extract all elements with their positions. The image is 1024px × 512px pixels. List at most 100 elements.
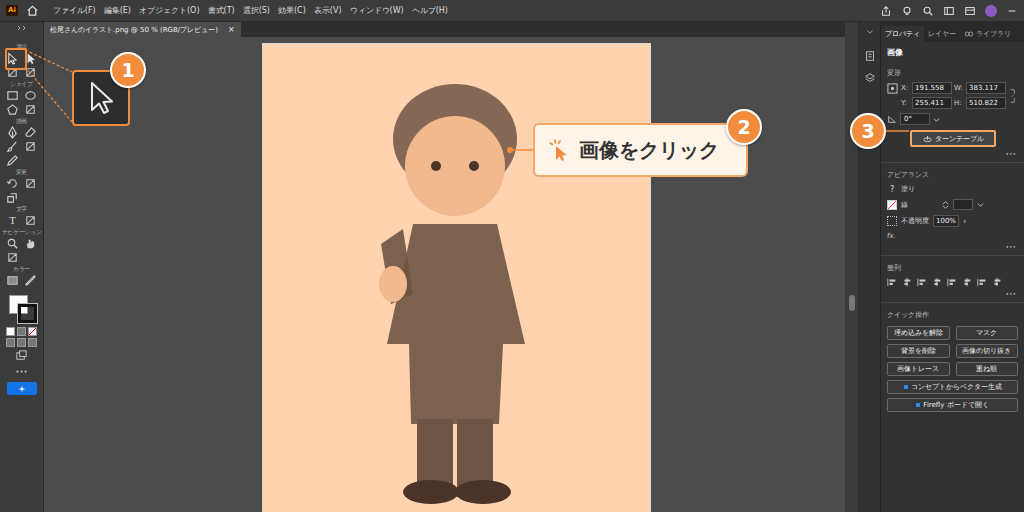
quick-action-button[interactable]: 背景を削除	[887, 344, 950, 358]
dock-collapse-icon[interactable]	[864, 28, 876, 40]
discover-icon[interactable]	[901, 5, 913, 17]
minimize-icon[interactable]	[1006, 5, 1018, 17]
zoom-icon[interactable]	[6, 237, 19, 250]
align-icon[interactable]	[977, 277, 987, 287]
click-pointer-icon	[547, 138, 571, 162]
menu-item[interactable]: 表示(V)	[314, 5, 342, 16]
pencil-icon[interactable]	[6, 154, 19, 167]
quick-action-button[interactable]: コンセプトからベクター生成	[887, 380, 1018, 394]
scale-icon[interactable]	[6, 191, 19, 204]
dropdown-icon[interactable]	[977, 201, 984, 208]
quick-action-button[interactable]: マスク	[956, 326, 1019, 340]
stepper-icon[interactable]	[942, 200, 949, 210]
menu-item[interactable]: ヘルプ(H)	[412, 5, 448, 16]
layers-icon[interactable]	[864, 72, 876, 84]
panel-tab[interactable]: レイヤー	[924, 26, 960, 42]
share-icon[interactable]	[880, 5, 892, 17]
collapse-icon[interactable]	[15, 24, 29, 32]
stroke-swatch[interactable]	[887, 200, 897, 210]
user-avatar[interactable]	[985, 5, 997, 17]
align-icon[interactable]	[947, 277, 957, 287]
align-icon[interactable]	[932, 277, 942, 287]
blob-icon[interactable]	[24, 140, 37, 153]
eraser-icon[interactable]	[24, 126, 37, 139]
home-icon[interactable]	[26, 4, 39, 17]
rect-icon[interactable]	[6, 89, 19, 102]
section-title: 整列	[887, 263, 1018, 273]
ellipse-icon[interactable]	[24, 89, 37, 102]
dropdown-icon[interactable]	[933, 116, 940, 123]
panel-tab[interactable]: ライブラリ	[960, 26, 1015, 42]
x-field[interactable]: 191.558	[912, 82, 952, 94]
menu-item[interactable]: ウィンドウ(W)	[350, 5, 404, 16]
document-tab[interactable]: 松尾さんのイラスト.png @ 50 % (RGB/プレビュー) ×	[44, 22, 241, 37]
quick-action-button[interactable]: 埋め込みを解除	[887, 326, 950, 340]
w-field[interactable]: 383.117	[966, 82, 1006, 94]
shaper-icon[interactable]	[24, 103, 37, 116]
more-options[interactable]: •••	[1005, 290, 1016, 298]
turntable-button[interactable]: ターンテーブル	[910, 130, 996, 147]
more-options[interactable]: •••	[1005, 150, 1016, 158]
quick-action-button[interactable]: Firefly ボードで開く	[887, 398, 1018, 412]
properties-icon[interactable]	[864, 50, 876, 62]
tool-bar: 選択 シェイプ 描画 変更 文字 Tナビゲーション カラー •••	[0, 22, 44, 512]
link-icon[interactable]	[1008, 86, 1017, 106]
panel-tab[interactable]: プロパティ	[881, 26, 924, 42]
eyedrop-icon[interactable]	[24, 274, 37, 287]
scroll-thumb[interactable]	[849, 295, 855, 311]
brush-icon[interactable]	[6, 140, 19, 153]
tool-section-label: 文字	[16, 205, 27, 213]
screen-mode-icon[interactable]	[15, 349, 28, 362]
fill-unknown[interactable]: ?	[887, 184, 897, 194]
poly-icon[interactable]	[6, 103, 19, 116]
workspace-icon[interactable]	[943, 5, 955, 17]
more-options[interactable]: •••	[1005, 243, 1016, 251]
opacity-field[interactable]: 100%	[933, 215, 959, 227]
hand-icon[interactable]	[24, 237, 37, 250]
quick-action-button[interactable]: 画像トレース	[887, 362, 950, 376]
section-title: 変形	[887, 68, 1018, 78]
type-tool-glyph[interactable]: T	[9, 214, 16, 227]
generative-button[interactable]	[7, 382, 37, 395]
typepath-icon[interactable]	[24, 214, 37, 227]
reference-point-icon[interactable]	[887, 83, 898, 94]
artboard-icon[interactable]	[6, 251, 19, 264]
opacity-icon	[887, 216, 897, 226]
align-icon[interactable]	[917, 277, 927, 287]
annotation-lines	[0, 0, 1024, 512]
close-tab-button[interactable]: ×	[228, 25, 235, 34]
rotate-angle-icon	[887, 114, 897, 124]
menu-item[interactable]: 編集(E)	[104, 5, 131, 16]
gradient-icon[interactable]	[6, 274, 19, 287]
angle-field[interactable]: 0°	[900, 113, 930, 125]
align-icon[interactable]	[992, 277, 1002, 287]
vertical-scrollbar[interactable]	[845, 22, 858, 512]
effects-button[interactable]: fx.	[887, 232, 1018, 240]
menu-item[interactable]: 選択(S)	[243, 5, 270, 16]
align-icon[interactable]	[902, 277, 912, 287]
menu-item[interactable]: ファイル(F)	[53, 5, 96, 16]
align-icon[interactable]	[887, 277, 897, 287]
arrange-icon[interactable]	[964, 5, 976, 17]
align-icon[interactable]	[962, 277, 972, 287]
arrow-icon[interactable]	[6, 52, 19, 65]
opacity-arrow[interactable]: ›	[963, 217, 966, 226]
wand-icon[interactable]	[6, 66, 19, 79]
rotate-icon[interactable]	[6, 177, 19, 190]
search-icon[interactable]	[922, 5, 934, 17]
y-field[interactable]: 255.411	[912, 97, 952, 109]
selection-arrow-icon	[81, 78, 121, 118]
pen-icon[interactable]	[6, 126, 19, 139]
quick-action-button[interactable]: 画像の切り抜き	[956, 344, 1019, 358]
menu-item[interactable]: 書式(T)	[208, 5, 235, 16]
stroke-weight-field[interactable]	[953, 199, 973, 210]
tool-section-label: カラー	[13, 265, 30, 273]
placed-image[interactable]	[262, 43, 651, 512]
fill-stroke-swatch[interactable]	[7, 293, 37, 323]
quick-action-button[interactable]: 重ね順	[956, 362, 1019, 376]
more-tools[interactable]: •••	[15, 368, 27, 376]
menu-item[interactable]: 効果(C)	[278, 5, 306, 16]
reflect-icon[interactable]	[24, 177, 37, 190]
menu-item[interactable]: オブジェクト(O)	[139, 5, 200, 16]
h-field[interactable]: 510.822	[966, 97, 1006, 109]
